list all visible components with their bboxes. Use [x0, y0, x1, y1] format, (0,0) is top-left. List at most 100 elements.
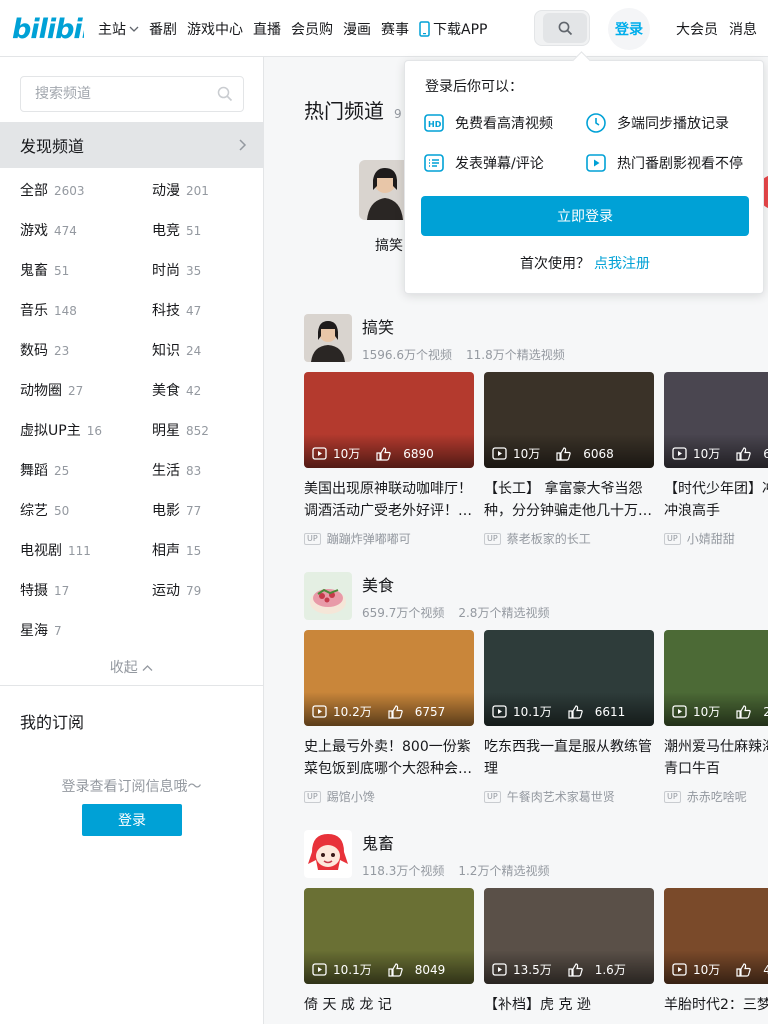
login-popover: 登录后你可以： HD 免费看高清视频 多端同步播放记录 发表弹幕/评论 热门番剧…	[404, 60, 764, 294]
category-item[interactable]: 知识 24	[152, 340, 201, 360]
channel-name[interactable]: 美食	[362, 572, 394, 596]
uploader[interactable]: UP 小婧甜甜	[664, 530, 768, 547]
video-card[interactable]: 13.5万 1.6万【补档】虎 克 逊	[484, 888, 654, 1024]
comment-list-icon	[424, 154, 444, 172]
play-box-icon	[586, 154, 606, 172]
channel-name[interactable]: 鬼畜	[362, 830, 394, 854]
category-item[interactable]: 动物圈 27	[20, 380, 83, 400]
category-item[interactable]: 电影 77	[152, 500, 201, 520]
category-item[interactable]: 舞蹈 25	[20, 460, 69, 480]
video-thumbnail[interactable]: 10万 604	[664, 372, 768, 468]
nav-manga[interactable]: 漫画	[343, 19, 371, 39]
category-item[interactable]: 时尚 35	[152, 260, 201, 280]
channel-featured-count: 2.8万个精选视频	[458, 606, 550, 620]
video-card[interactable]: 10万 604 【时代少年团】冲个个都是冲浪高手 UP 小婧甜甜	[664, 372, 768, 547]
category-item[interactable]: 美食 42	[152, 380, 201, 400]
channel-stats: 659.7万个视频 2.8万个精选视频	[362, 604, 549, 621]
nav-main-site[interactable]: 主站	[98, 19, 139, 39]
video-thumbnail[interactable]: 10万 6890	[304, 372, 474, 468]
header-search[interactable]	[534, 10, 590, 46]
nav-anime[interactable]: 番剧	[149, 19, 177, 39]
uploader[interactable]: UP 蹦蹦炸弹嘟嘟可	[304, 530, 474, 547]
category-item[interactable]: 特摄 17	[20, 580, 69, 600]
video-title[interactable]: 倚 天 成 龙 记	[304, 994, 474, 1024]
category-item[interactable]: 相声 15	[152, 540, 201, 560]
category-item[interactable]: 数码 23	[20, 340, 69, 360]
category-item[interactable]: 生活 83	[152, 460, 201, 480]
category-item[interactable]: 音乐 148	[20, 300, 77, 320]
category-item[interactable]: 综艺 50	[20, 500, 69, 520]
video-title[interactable]: 美国出现原神联动咖啡厅！调酒活动广受老外好评！…	[304, 478, 474, 522]
uploader[interactable]: UP 踢馆小馋	[304, 788, 474, 805]
register-link[interactable]: 点我注册	[594, 256, 650, 272]
category-item[interactable]: 动漫 201	[152, 180, 209, 200]
collapse-toggle[interactable]: 收起	[0, 657, 263, 677]
nav-download-app[interactable]: 下载APP	[419, 19, 487, 39]
search-icon[interactable]	[217, 86, 233, 102]
channel-avatar[interactable]	[304, 830, 352, 878]
bilibili-logo[interactable]: bilibili	[12, 11, 84, 45]
video-card[interactable]: 10万 293 潮州爱马仕麻辣海鲜的生蚝青口牛百 UP 赤赤吃啥呢	[664, 630, 768, 805]
like-count: 488	[763, 962, 768, 977]
hot-channel-label[interactable]: 搞笑	[375, 235, 403, 255]
popover-login-button[interactable]: 立即登录	[421, 196, 749, 236]
nav-game-center[interactable]: 游戏中心	[187, 19, 243, 39]
sidebar-login-button[interactable]: 登录	[82, 804, 182, 836]
video-stats: 10万 488	[672, 961, 768, 978]
uploader[interactable]: UP 午餐肉艺术家葛世贤	[484, 788, 654, 805]
video-title[interactable]: 羊胎时代2：三梦	[664, 994, 768, 1024]
video-title[interactable]: 【补档】虎 克 逊	[484, 994, 654, 1024]
category-item[interactable]: 游戏 474	[20, 220, 77, 240]
category-item[interactable]: 科技 47	[152, 300, 201, 320]
video-thumbnail[interactable]: 10万 6068	[484, 372, 654, 468]
uploader[interactable]: UP 蔡老板家的长工	[484, 530, 654, 547]
play-count-icon	[492, 705, 507, 718]
nav-mall[interactable]: 会员购	[291, 19, 333, 39]
category-count: 47	[186, 304, 202, 318]
category-name: 全部	[20, 183, 48, 199]
channel-name[interactable]: 搞笑	[362, 314, 394, 338]
category-item[interactable]: 运动 79	[152, 580, 201, 600]
video-thumbnail[interactable]: 10万 488	[664, 888, 768, 984]
like-count: 604	[763, 446, 768, 461]
video-thumbnail[interactable]: 13.5万 1.6万	[484, 888, 654, 984]
uploader-name: 小婧甜甜	[686, 532, 735, 546]
search-button[interactable]	[543, 13, 587, 43]
channel-avatar[interactable]	[304, 314, 352, 362]
category-item[interactable]: 电竞 51	[152, 220, 201, 240]
video-card[interactable]: 10万 488 羊胎时代2：三梦	[664, 888, 768, 1024]
category-item[interactable]: 全部 2603	[20, 180, 85, 200]
category-item[interactable]: 星海 7	[20, 620, 62, 640]
video-card[interactable]: 10.2万 6757 史上最亏外卖！800一份紫菜包饭到底哪个大怨种会… UP 踢馆小馋	[304, 630, 474, 805]
category-count: 23	[54, 344, 70, 358]
video-title[interactable]: 史上最亏外卖！800一份紫菜包饭到底哪个大怨种会…	[304, 736, 474, 780]
video-card[interactable]: 10万 6890 美国出现原神联动咖啡厅！调酒活动广受老外好评！… UP 蹦蹦炸弹嘟嘟可	[304, 372, 474, 547]
channel-avatar[interactable]	[304, 572, 352, 620]
uploader[interactable]: UP 赤赤吃啥呢	[664, 788, 768, 805]
video-card[interactable]: 10.1万 6611 吃东西我一直是服从教练管理 UP 午餐肉艺术家葛世贤	[484, 630, 654, 805]
nav-live[interactable]: 直播	[253, 19, 281, 39]
channel-search-input[interactable]	[21, 77, 201, 111]
video-thumbnail[interactable]: 10.1万 6611	[484, 630, 654, 726]
category-item[interactable]: 鬼畜 51	[20, 260, 69, 280]
video-title[interactable]: 吃东西我一直是服从教练管理	[484, 736, 654, 780]
video-card[interactable]: 10.1万 8049 倚 天 成 龙 记	[304, 888, 474, 1024]
up-badge-icon: UP	[304, 532, 321, 545]
category-item[interactable]: 虚拟UP主 16	[20, 420, 102, 440]
nav-messages[interactable]: 消息	[729, 0, 757, 57]
nav-esports[interactable]: 赛事	[381, 19, 409, 39]
discover-channels[interactable]: 发现频道	[0, 122, 263, 168]
video-thumbnail[interactable]: 10万 293	[664, 630, 768, 726]
video-title[interactable]: 【长工】 拿富豪大爷当怨种，分分钟骗走他几十万…	[484, 478, 654, 522]
video-title[interactable]: 【时代少年团】冲个个都是冲浪高手	[664, 478, 768, 522]
category-name: 时尚	[152, 263, 180, 279]
category-item[interactable]: 电视剧 111	[20, 540, 91, 560]
video-card[interactable]: 10万 6068 【长工】 拿富豪大爷当怨种，分分钟骗走他几十万… UP 蔡老板家的长工	[484, 372, 654, 547]
video-title[interactable]: 潮州爱马仕麻辣海鲜的生蚝青口牛百	[664, 736, 768, 780]
category-item[interactable]: 明星 852	[152, 420, 209, 440]
nav-vip[interactable]: 大会员	[676, 0, 718, 57]
header-login-button[interactable]: 登录	[608, 8, 650, 50]
video-stats: 10.1万 8049	[312, 961, 445, 978]
video-thumbnail[interactable]: 10.2万 6757	[304, 630, 474, 726]
video-thumbnail[interactable]: 10.1万 8049	[304, 888, 474, 984]
